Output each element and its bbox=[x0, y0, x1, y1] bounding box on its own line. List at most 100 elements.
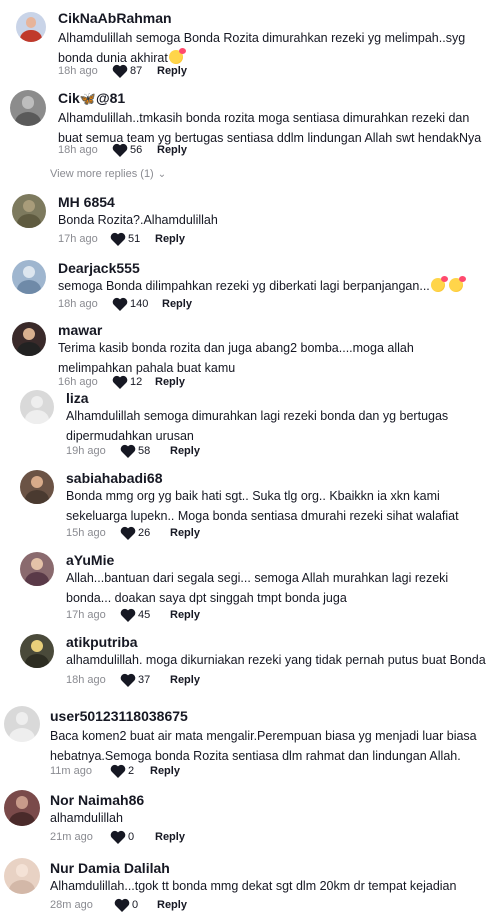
avatar[interactable] bbox=[16, 12, 46, 42]
like-count: 51 bbox=[128, 233, 141, 245]
like-count: 140 bbox=[130, 298, 149, 310]
heart-icon[interactable] bbox=[120, 526, 136, 540]
comment-username[interactable]: atikputriba bbox=[66, 634, 138, 650]
default-avatar-icon[interactable] bbox=[4, 706, 40, 742]
avatar[interactable] bbox=[4, 790, 40, 826]
heart-icon[interactable] bbox=[114, 898, 130, 912]
comment-item: user50123118038675 Baca komen2 buat air … bbox=[0, 704, 500, 780]
reply-button[interactable]: Reply bbox=[170, 674, 200, 686]
avatar[interactable] bbox=[10, 90, 46, 126]
comment-text: alhamdulillah bbox=[50, 811, 123, 825]
reply-button[interactable]: Reply bbox=[155, 233, 185, 245]
comment-timestamp: 18h ago bbox=[58, 298, 98, 310]
comment-username[interactable]: Dearjack555 bbox=[58, 260, 140, 276]
comment-timestamp: 19h ago bbox=[66, 445, 106, 457]
heart-icon[interactable] bbox=[120, 444, 136, 458]
butterfly-icon: 🦋 bbox=[79, 91, 96, 106]
comment-username[interactable]: mawar bbox=[58, 322, 102, 338]
reply-button[interactable]: Reply bbox=[170, 609, 200, 621]
comment-username[interactable]: aYuMie bbox=[66, 552, 114, 568]
like-count: 87 bbox=[130, 65, 143, 77]
comment-text-content: semoga Bonda dilimpahkan rezeki yg diber… bbox=[58, 279, 430, 293]
chevron-down-icon: ⌄ bbox=[157, 169, 167, 180]
comment-text: Allah...bantuan dari segala segi... semo… bbox=[66, 571, 449, 605]
heart-icon[interactable] bbox=[112, 143, 128, 157]
comment-timestamp: 18h ago bbox=[58, 144, 98, 156]
view-more-label: View more replies (1) bbox=[50, 168, 154, 180]
default-avatar-icon[interactable] bbox=[20, 390, 54, 424]
like-count: 12 bbox=[130, 376, 143, 388]
avatar[interactable] bbox=[20, 470, 54, 504]
comment-text: Bonda Rozita?.Alhamdulillah bbox=[58, 213, 218, 227]
comment-timestamp: 18h ago bbox=[66, 674, 106, 686]
comment-text: Bonda mmg org yg baik hati sgt.. Suka tl… bbox=[66, 489, 459, 523]
comment-timestamp: 18h ago bbox=[58, 65, 98, 77]
username-prefix: Cik bbox=[58, 90, 80, 106]
like-count: 0 bbox=[132, 899, 139, 911]
comment-text: Alhamdulillah..tmkasih bonda rozita moga… bbox=[58, 111, 482, 145]
comment-text: Alhamdulillah semoga dimurahkan lagi rez… bbox=[66, 409, 449, 443]
reply-button[interactable]: Reply bbox=[170, 445, 200, 457]
comment-item: aYuMie Allah...bantuan dari segala segi.… bbox=[0, 550, 500, 626]
comment-item: MH 6854 Bonda Rozita?.Alhamdulillah 17h … bbox=[0, 190, 500, 250]
comment-item: CikNaAbRahman Alhamdulillah semoga Bonda… bbox=[0, 0, 500, 90]
username-suffix: @81 bbox=[95, 90, 126, 106]
comment-timestamp: 11m ago bbox=[50, 765, 92, 777]
avatar[interactable] bbox=[12, 322, 46, 356]
heart-icon[interactable] bbox=[112, 297, 128, 311]
heart-icon[interactable] bbox=[120, 608, 136, 622]
reply-button[interactable]: Reply bbox=[157, 144, 187, 156]
comment-text: alhamdulillah. moga dikurniakan rezeki y… bbox=[66, 653, 486, 667]
smiling-face-with-hearts-icon bbox=[168, 48, 186, 64]
reply-button[interactable]: Reply bbox=[157, 65, 187, 77]
smiling-face-with-hearts-icon bbox=[448, 276, 466, 292]
like-count: 26 bbox=[138, 527, 151, 539]
reply-button[interactable]: Reply bbox=[170, 527, 200, 539]
avatar[interactable] bbox=[12, 194, 46, 228]
reply-button[interactable]: Reply bbox=[150, 765, 180, 777]
like-count: 37 bbox=[138, 674, 151, 686]
comment-text-content: Alhamdulillah semoga Bonda Rozita dimura… bbox=[58, 31, 466, 65]
comment-username[interactable]: liza bbox=[66, 390, 89, 406]
heart-icon[interactable] bbox=[112, 64, 128, 78]
avatar[interactable] bbox=[12, 260, 46, 294]
comment-timestamp: 21m ago bbox=[50, 831, 93, 843]
like-count: 2 bbox=[128, 765, 135, 777]
comment-username[interactable]: CikNaAbRahman bbox=[58, 10, 172, 26]
like-count: 0 bbox=[128, 831, 135, 843]
reply-button[interactable]: Reply bbox=[162, 298, 192, 310]
comment-username[interactable]: Nur Damia Dalilah bbox=[50, 860, 170, 876]
comment-text: semoga Bonda dilimpahkan rezeki yg diber… bbox=[58, 276, 488, 296]
comment-username[interactable]: sabiahabadi68 bbox=[66, 470, 163, 486]
comment-text: Alhamdulillah semoga Bonda Rozita dimura… bbox=[58, 28, 488, 68]
comment-username[interactable]: MH 6854 bbox=[58, 194, 115, 210]
heart-icon[interactable] bbox=[112, 375, 128, 389]
comment-item: atikputriba alhamdulillah. moga dikurnia… bbox=[0, 632, 500, 692]
reply-button[interactable]: Reply bbox=[155, 376, 185, 388]
comment-item: Nor Naimah86 alhamdulillah 21m ago 0 Rep… bbox=[0, 788, 500, 848]
like-count: 45 bbox=[138, 609, 151, 621]
like-count: 56 bbox=[130, 144, 143, 156]
heart-icon[interactable] bbox=[110, 232, 126, 246]
comment-username[interactable]: user50123118038675 bbox=[50, 708, 188, 724]
avatar[interactable] bbox=[4, 858, 40, 894]
comment-timestamp: 28m ago bbox=[50, 899, 93, 911]
comment-item: mawar Terima kasib bonda rozita dan juga… bbox=[0, 318, 500, 390]
comment-text: Terima kasib bonda rozita dan juga abang… bbox=[58, 341, 414, 375]
comment-timestamp: 17h ago bbox=[66, 609, 106, 621]
reply-button[interactable]: Reply bbox=[157, 899, 187, 911]
comment-username[interactable]: Nor Naimah86 bbox=[50, 792, 144, 808]
comment-item: sabiahabadi68 Bonda mmg org yg baik hati… bbox=[0, 468, 500, 544]
comment-list: CikNaAbRahman Alhamdulillah semoga Bonda… bbox=[0, 0, 500, 923]
avatar[interactable] bbox=[20, 634, 54, 668]
comment-username[interactable]: Cik🦋@81 bbox=[58, 90, 125, 107]
reply-button[interactable]: Reply bbox=[155, 831, 185, 843]
heart-icon[interactable] bbox=[110, 830, 126, 844]
comment-item: Nur Damia Dalilah Alhamdulillah...tgok t… bbox=[0, 856, 500, 923]
heart-icon[interactable] bbox=[120, 673, 136, 687]
heart-icon[interactable] bbox=[110, 764, 126, 778]
comment-text: Alhamdulillah...tgok tt bonda mmg dekat … bbox=[50, 879, 457, 893]
avatar[interactable] bbox=[20, 552, 54, 586]
view-more-replies-button[interactable]: View more replies (1) ⌄ bbox=[50, 168, 166, 180]
comment-item: Cik🦋@81 Alhamdulillah..tmkasih bonda roz… bbox=[0, 90, 500, 168]
